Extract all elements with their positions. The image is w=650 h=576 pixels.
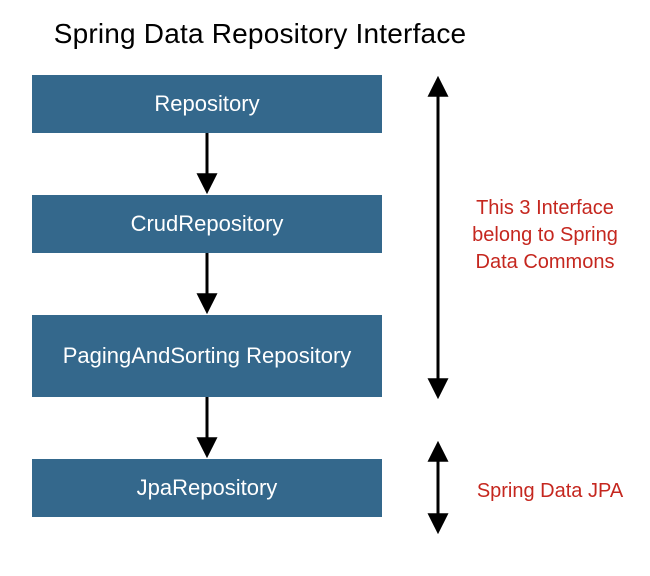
box-crud-repository: CrudRepository xyxy=(32,195,382,253)
diagram-canvas: Spring Data Repository Interface Reposit… xyxy=(0,0,650,576)
diagram-title: Spring Data Repository Interface xyxy=(0,18,520,50)
box-repository: Repository xyxy=(32,75,382,133)
box-paging-and-sorting-repository: PagingAndSorting Repository xyxy=(32,315,382,397)
box-jpa-repository: JpaRepository xyxy=(32,459,382,517)
annotation-spring-data-jpa: Spring Data JPA xyxy=(470,478,630,505)
annotation-spring-data-commons: This 3 Interface belong to Spring Data C… xyxy=(460,195,630,276)
